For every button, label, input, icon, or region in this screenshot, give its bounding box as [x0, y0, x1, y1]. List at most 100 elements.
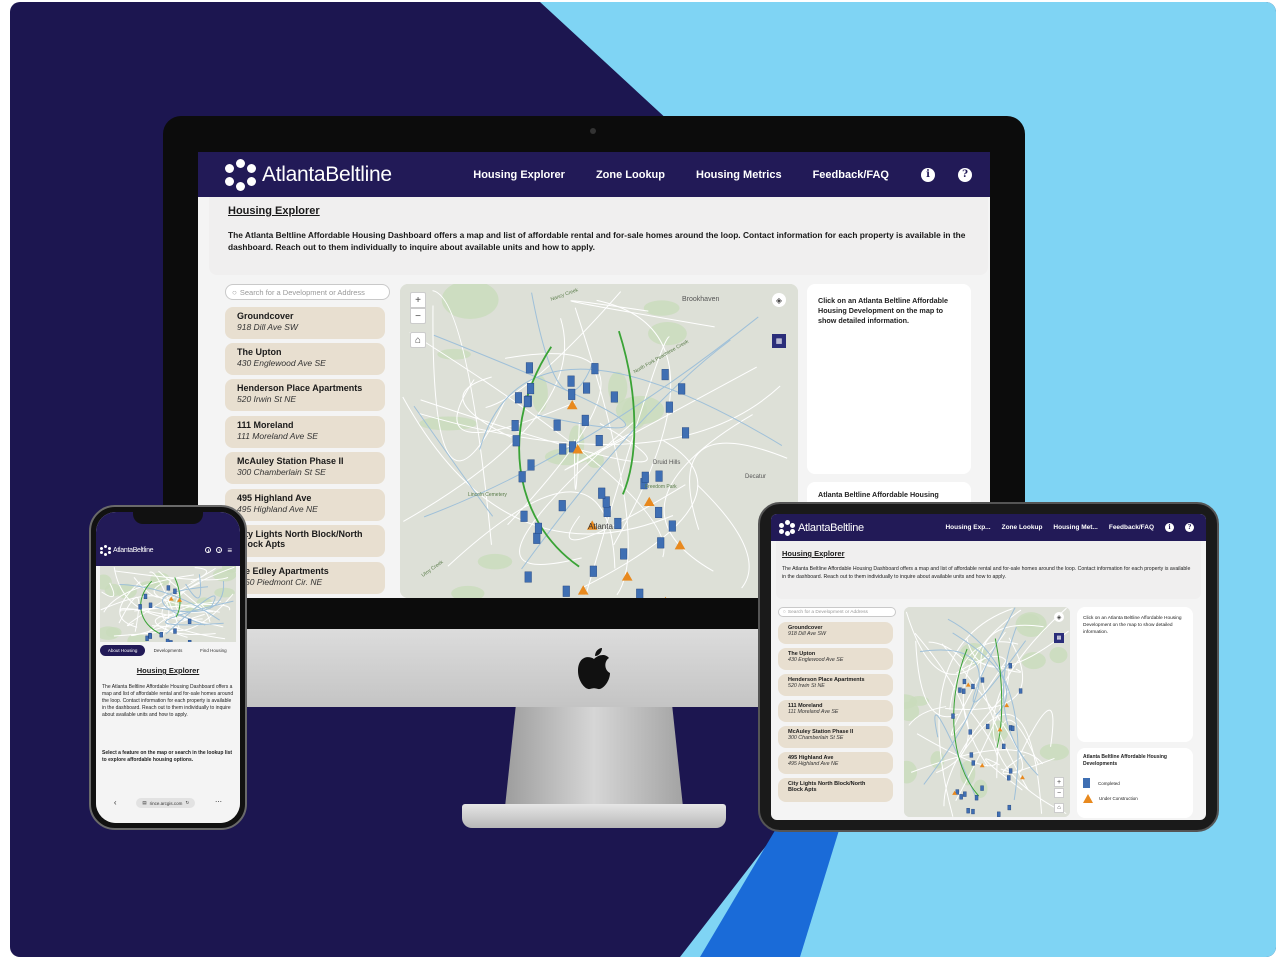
building-marker[interactable]: [512, 435, 520, 447]
building-marker[interactable]: [620, 548, 628, 560]
map-canvas[interactable]: [400, 284, 798, 598]
tablet-nav-zone-lookup[interactable]: Zone Lookup: [1002, 524, 1043, 531]
list-item[interactable]: ty Lights North Block/North lock Apts: [225, 525, 385, 557]
building-marker[interactable]: [661, 369, 669, 381]
building-marker[interactable]: [636, 588, 644, 598]
building-marker[interactable]: [145, 635, 149, 641]
hamburger-menu-icon[interactable]: ≡: [227, 546, 232, 555]
building-marker[interactable]: [668, 520, 676, 532]
building-marker[interactable]: [1002, 743, 1006, 749]
building-marker[interactable]: [958, 687, 962, 693]
building-marker[interactable]: [610, 391, 618, 403]
building-marker[interactable]: [165, 638, 170, 642]
building-marker[interactable]: [166, 585, 171, 591]
list-item[interactable]: e Edley Apartments 50 Piedmont Cir. NE: [225, 562, 385, 594]
building-marker[interactable]: [1007, 804, 1012, 811]
nav-housing-metrics[interactable]: Housing Metrics: [696, 169, 782, 181]
building-marker[interactable]: [187, 639, 192, 642]
building-marker[interactable]: [533, 532, 541, 544]
building-marker[interactable]: [598, 487, 606, 499]
phone-brand-logo[interactable]: AtlantaBeltline: [100, 544, 154, 556]
building-marker[interactable]: [581, 414, 589, 426]
tab-developments[interactable]: Developments: [145, 645, 190, 656]
building-marker[interactable]: [959, 794, 963, 800]
list-item[interactable]: Groundcover 918 Dill Ave SW: [225, 307, 385, 339]
more-options-icon[interactable]: ⋯: [215, 798, 222, 806]
tablet-zoom-in-button[interactable]: +: [1054, 777, 1064, 787]
building-marker[interactable]: [955, 789, 960, 795]
building-marker[interactable]: [641, 471, 649, 483]
building-marker[interactable]: [511, 420, 519, 432]
tablet-help-icon[interactable]: ?: [1185, 523, 1194, 532]
layers-icon[interactable]: ◈: [772, 293, 786, 307]
building-marker[interactable]: [980, 785, 984, 791]
list-item[interactable]: 495 Highland Ave 495 Highland Ave NE: [778, 752, 893, 774]
housing-map[interactable]: Brookhaven Atlanta Druid Hills Decatur F…: [400, 284, 798, 598]
phone-info-icon[interactable]: i: [205, 547, 212, 553]
tab-about-housing[interactable]: About Housing: [100, 645, 146, 656]
zoom-out-button[interactable]: −: [410, 308, 426, 324]
building-marker[interactable]: [514, 392, 523, 404]
search-input[interactable]: ○ Search for a Development or Address: [225, 284, 390, 300]
building-marker[interactable]: [148, 602, 153, 608]
building-marker[interactable]: [682, 427, 690, 439]
list-item[interactable]: 111 Moreland 111 Moreland Ave SE: [778, 700, 893, 722]
list-item[interactable]: The Upton 430 Englewood Ave SE: [778, 648, 893, 670]
tablet-nav-housing-metrics[interactable]: Housing Met...: [1053, 524, 1097, 531]
building-marker[interactable]: [974, 795, 979, 801]
basemap-gallery-icon[interactable]: ▦: [1054, 633, 1064, 643]
building-marker[interactable]: [591, 363, 599, 375]
building-marker[interactable]: [1010, 725, 1015, 731]
building-marker[interactable]: [523, 396, 531, 408]
brand-logo[interactable]: AtlantaBeltline: [224, 158, 392, 191]
basemap-gallery-icon[interactable]: ▦: [772, 334, 786, 348]
building-marker[interactable]: [971, 760, 976, 766]
building-marker[interactable]: [1008, 768, 1013, 774]
building-marker[interactable]: [665, 401, 673, 413]
building-marker[interactable]: [187, 618, 192, 624]
building-marker[interactable]: [169, 640, 173, 642]
help-icon[interactable]: ?: [958, 167, 972, 182]
list-item[interactable]: The Upton 430 Englewood Ave SE: [225, 343, 385, 375]
tablet-info-icon[interactable]: i: [1165, 523, 1174, 532]
reload-icon[interactable]: ↻: [185, 800, 189, 806]
list-item[interactable]: Henderson Place Apartments 520 Irwin St …: [778, 674, 893, 696]
building-marker[interactable]: [969, 752, 974, 758]
building-marker[interactable]: [963, 791, 967, 797]
building-marker[interactable]: [966, 808, 970, 814]
building-marker[interactable]: [1018, 688, 1023, 694]
building-marker[interactable]: [559, 443, 567, 455]
tablet-search-input[interactable]: ○ Search for a Development or Address: [778, 607, 896, 617]
list-item[interactable]: McAuley Station Phase II 300 Chamberlain…: [225, 452, 385, 484]
nav-zone-lookup[interactable]: Zone Lookup: [596, 169, 665, 181]
building-marker[interactable]: [558, 500, 566, 512]
nav-feedback-faq[interactable]: Feedback/FAQ: [813, 169, 889, 181]
building-marker[interactable]: [583, 382, 591, 394]
nav-housing-explorer[interactable]: Housing Explorer: [473, 169, 565, 181]
tablet-brand-logo[interactable]: AtlantaBeltline: [779, 519, 864, 536]
building-marker[interactable]: [520, 510, 528, 522]
home-button[interactable]: ⌂: [410, 332, 426, 348]
building-marker[interactable]: [138, 604, 142, 610]
building-marker[interactable]: [568, 388, 576, 400]
building-marker[interactable]: [655, 506, 663, 518]
building-marker[interactable]: [997, 811, 1001, 817]
building-marker[interactable]: [971, 683, 975, 690]
building-marker[interactable]: [968, 729, 972, 735]
building-marker[interactable]: [173, 628, 177, 634]
building-marker[interactable]: [603, 505, 611, 518]
tab-find-housing[interactable]: Find Housing: [191, 645, 236, 656]
building-marker[interactable]: [525, 362, 533, 374]
building-marker[interactable]: [148, 633, 153, 639]
info-icon[interactable]: i: [921, 167, 935, 182]
tablet-map-canvas[interactable]: [904, 607, 1070, 817]
building-marker[interactable]: [980, 677, 985, 683]
building-marker[interactable]: [159, 632, 164, 638]
list-item[interactable]: Henderson Place Apartments 520 Irwin St …: [225, 379, 385, 411]
building-marker[interactable]: [143, 593, 148, 600]
list-item[interactable]: Groundcover 918 Dill Ave SW: [778, 622, 893, 644]
building-marker[interactable]: [567, 375, 575, 387]
tablet-nav-feedback-faq[interactable]: Feedback/FAQ: [1109, 524, 1154, 531]
list-item[interactable]: 495 Highland Ave 495 Highland Ave NE: [225, 489, 385, 521]
building-marker[interactable]: [527, 383, 535, 395]
